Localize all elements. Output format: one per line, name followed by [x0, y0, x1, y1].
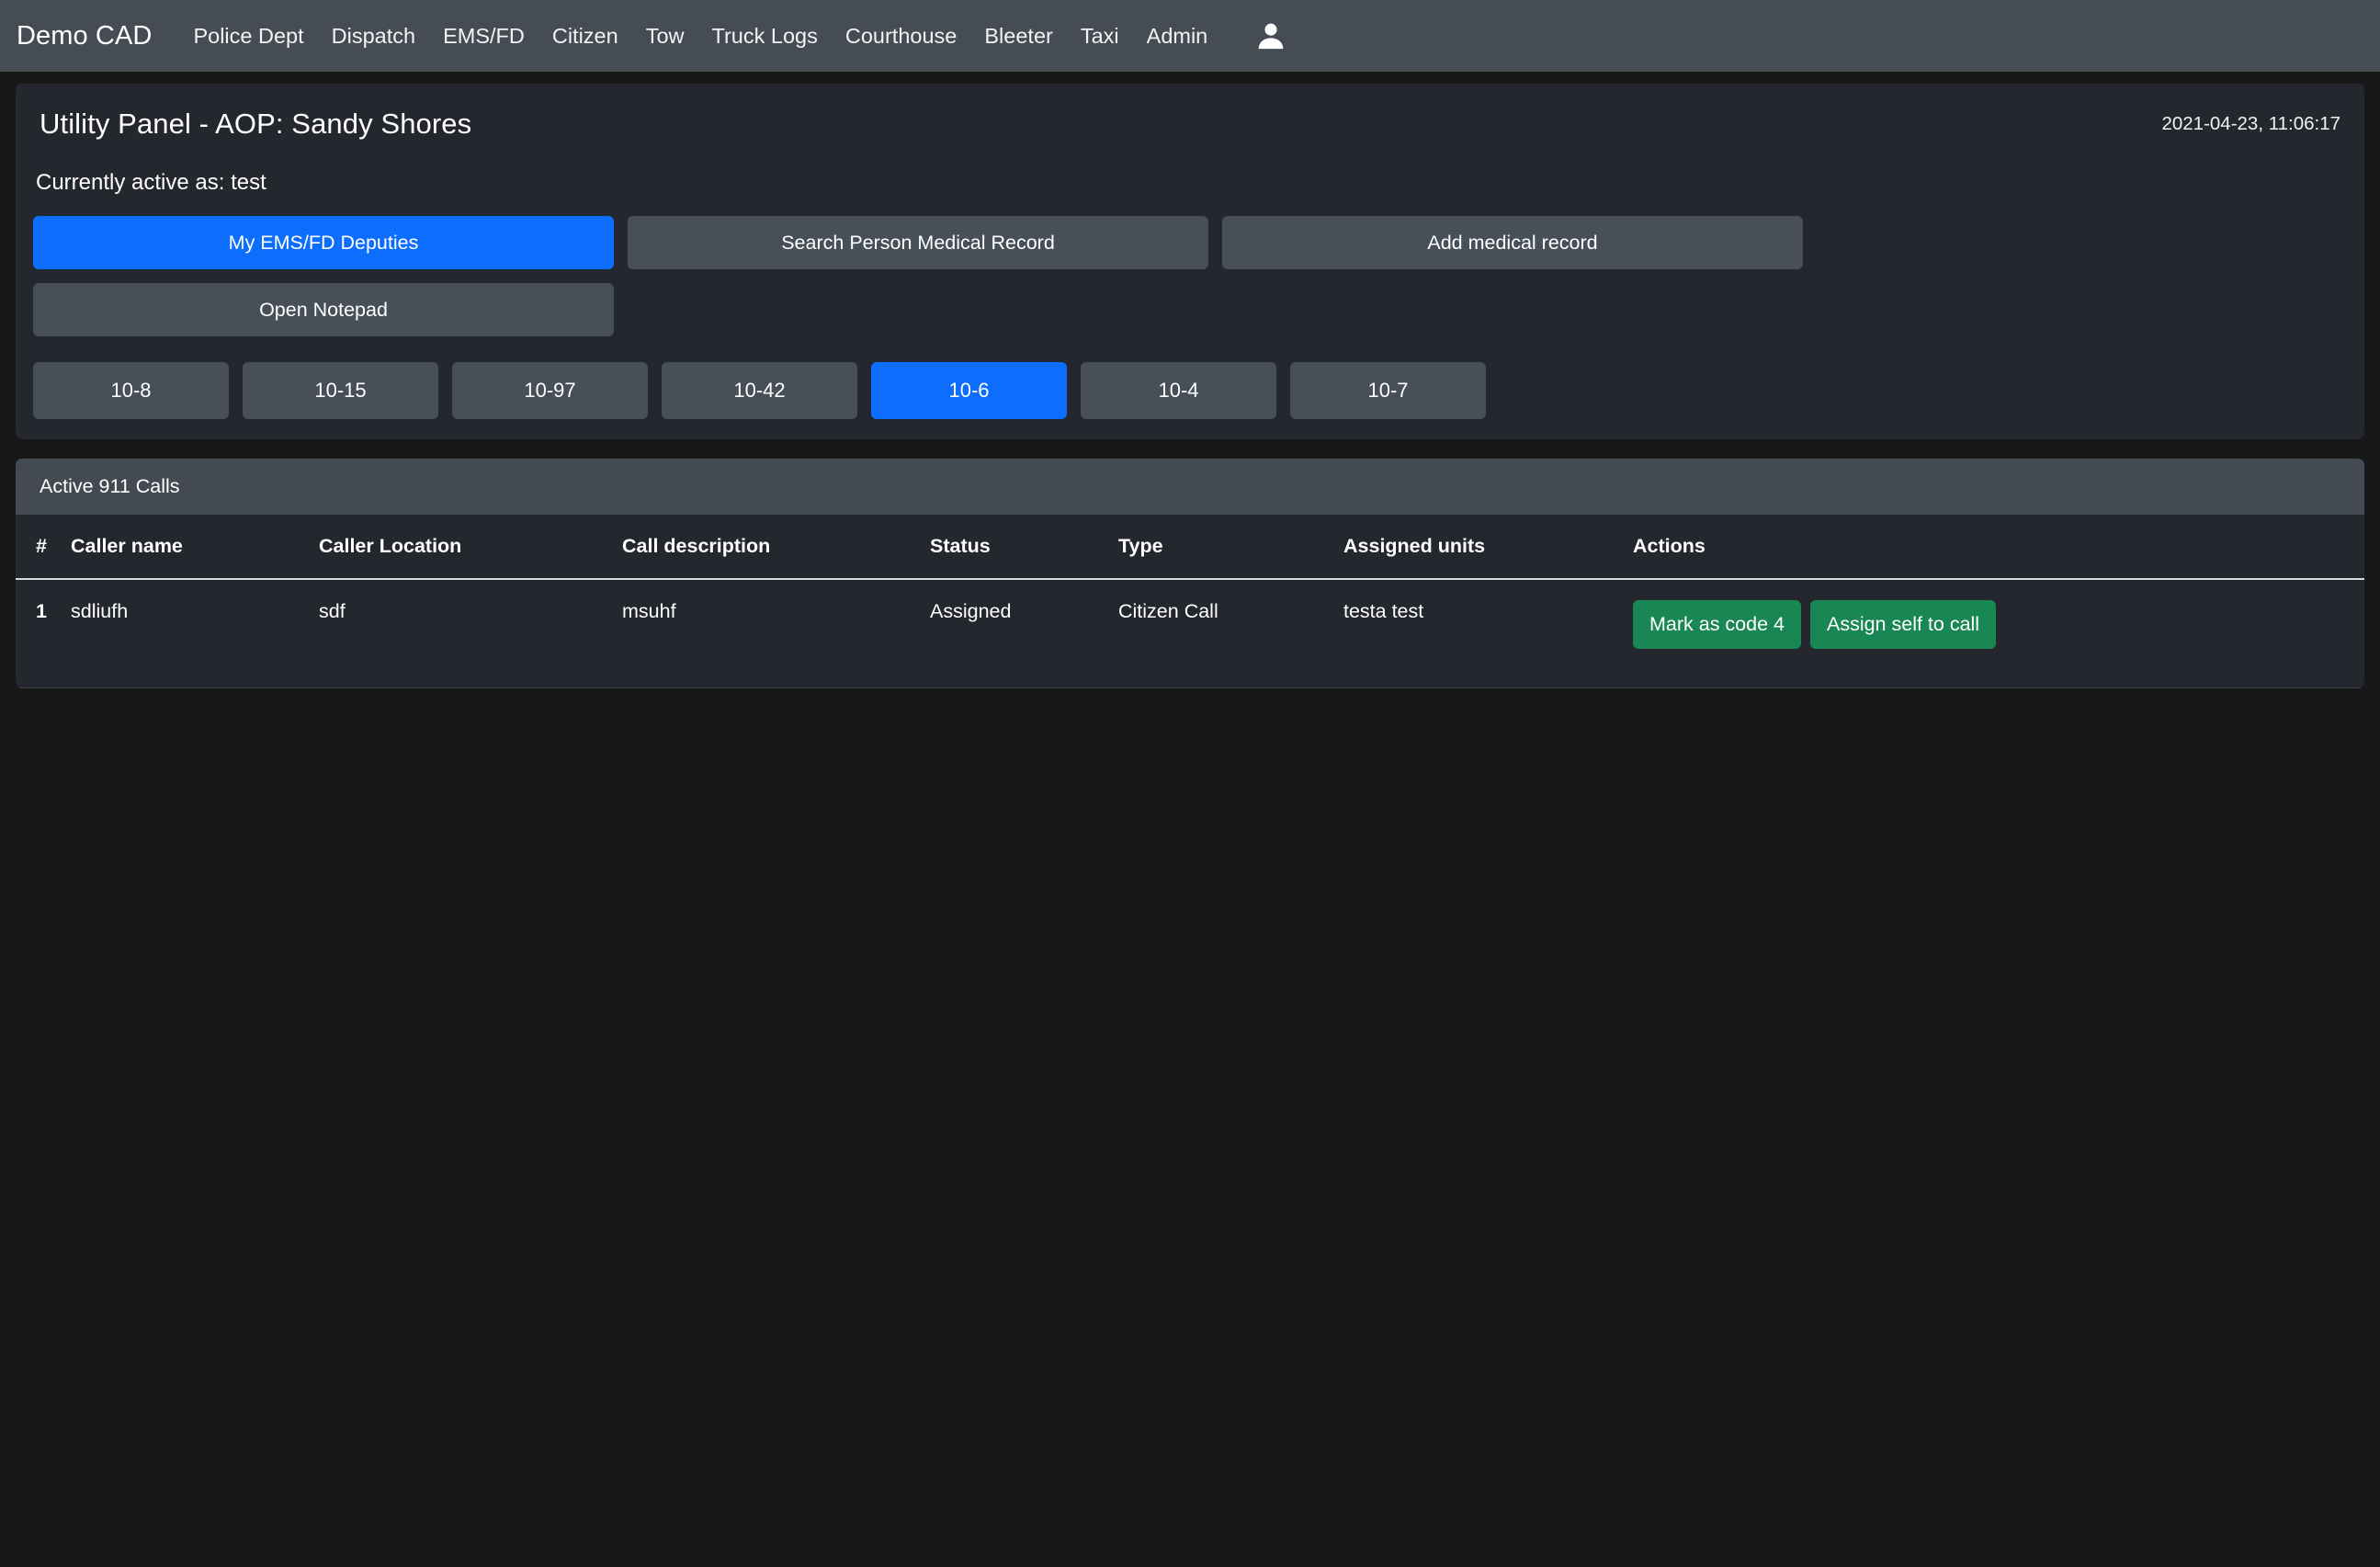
page-title: Utility Panel - AOP: Sandy Shores [40, 108, 472, 140]
timestamp: 2021-04-23, 11:06:17 [2161, 113, 2340, 134]
brand-logo[interactable]: Demo CAD [17, 21, 152, 51]
active-911-calls-card: Active 911 Calls # Caller name Caller Lo… [16, 459, 2364, 688]
nav-link-courthouse[interactable]: Courthouse [832, 0, 971, 72]
search-person-medical-record-button[interactable]: Search Person Medical Record [628, 216, 1208, 269]
status-code-10-15-button[interactable]: 10-15 [243, 362, 438, 419]
active-911-calls-table: # Caller name Caller Location Call descr… [16, 515, 2364, 688]
utility-panel-card: Utility Panel - AOP: Sandy Shores 2021-0… [16, 84, 2364, 439]
my-ems-fd-deputies-button[interactable]: My EMS/FD Deputies [33, 216, 614, 269]
cell-caller-name: sdliufh [71, 579, 319, 688]
nav-links: Police Dept Dispatch EMS/FD Citizen Tow … [179, 0, 1221, 72]
nav-link-police-dept[interactable]: Police Dept [179, 0, 317, 72]
cell-call-description: msuhf [622, 579, 930, 688]
nav-link-bleeter[interactable]: Bleeter [970, 0, 1066, 72]
nav-link-taxi[interactable]: Taxi [1067, 0, 1133, 72]
cell-number: 1 [16, 579, 71, 688]
cell-caller-location: sdf [319, 579, 622, 688]
column-header-actions: Actions [1633, 515, 2364, 580]
status-code-10-42-button[interactable]: 10-42 [662, 362, 857, 419]
active-911-calls-heading: Active 911 Calls [16, 459, 2364, 515]
column-header-caller-location: Caller Location [319, 515, 622, 580]
status-code-10-7-button[interactable]: 10-7 [1290, 362, 1486, 419]
nav-link-dispatch[interactable]: Dispatch [318, 0, 429, 72]
table-header-row: # Caller name Caller Location Call descr… [16, 515, 2364, 580]
status-code-10-8-button[interactable]: 10-8 [33, 362, 229, 419]
page-content: Utility Panel - AOP: Sandy Shores 2021-0… [0, 72, 2380, 688]
cell-actions: Mark as code 4 Assign self to call [1633, 579, 2364, 688]
account-menu-button[interactable] [1251, 16, 1291, 56]
row-action-buttons: Mark as code 4 Assign self to call [1633, 600, 2364, 649]
column-header-assigned-units: Assigned units [1343, 515, 1633, 580]
nav-link-admin[interactable]: Admin [1133, 0, 1222, 72]
nav-link-tow[interactable]: Tow [632, 0, 698, 72]
column-header-number: # [16, 515, 71, 580]
add-medical-record-button[interactable]: Add medical record [1222, 216, 1803, 269]
nav-link-ems-fd[interactable]: EMS/FD [429, 0, 538, 72]
column-header-type: Type [1118, 515, 1343, 580]
column-header-call-description: Call description [622, 515, 930, 580]
currently-active-as-label: Currently active as: test [36, 170, 266, 195]
cell-assigned-units: testa test [1343, 579, 1633, 688]
cell-type: Citizen Call [1118, 579, 1343, 688]
primary-action-row: My EMS/FD Deputies Search Person Medical… [33, 216, 2347, 269]
table-body: 1 sdliufh sdf msuhf Assigned Citizen Cal… [16, 579, 2364, 688]
utility-panel-header: Utility Panel - AOP: Sandy Shores 2021-0… [16, 84, 2364, 157]
status-codes-row: 10-8 10-15 10-97 10-42 10-6 10-4 10-7 [33, 362, 2347, 419]
table-header: # Caller name Caller Location Call descr… [16, 515, 2364, 580]
open-notepad-button[interactable]: Open Notepad [33, 283, 614, 336]
secondary-action-row: Open Notepad [33, 283, 2347, 336]
column-header-status: Status [930, 515, 1118, 580]
user-icon [1258, 23, 1284, 50]
status-code-10-6-button[interactable]: 10-6 [871, 362, 1067, 419]
assign-self-to-call-button[interactable]: Assign self to call [1809, 600, 1997, 649]
cell-status: Assigned [930, 579, 1118, 688]
column-header-caller-name: Caller name [71, 515, 319, 580]
table-row: 1 sdliufh sdf msuhf Assigned Citizen Cal… [16, 579, 2364, 688]
nav-link-citizen[interactable]: Citizen [538, 0, 632, 72]
status-code-10-97-button[interactable]: 10-97 [452, 362, 648, 419]
utility-panel-body: Currently active as: test My EMS/FD Depu… [16, 157, 2364, 439]
top-navbar: Demo CAD Police Dept Dispatch EMS/FD Cit… [0, 0, 2380, 72]
mark-as-code-4-button[interactable]: Mark as code 4 [1633, 600, 1801, 649]
nav-link-truck-logs[interactable]: Truck Logs [698, 0, 832, 72]
status-code-10-4-button[interactable]: 10-4 [1081, 362, 1276, 419]
